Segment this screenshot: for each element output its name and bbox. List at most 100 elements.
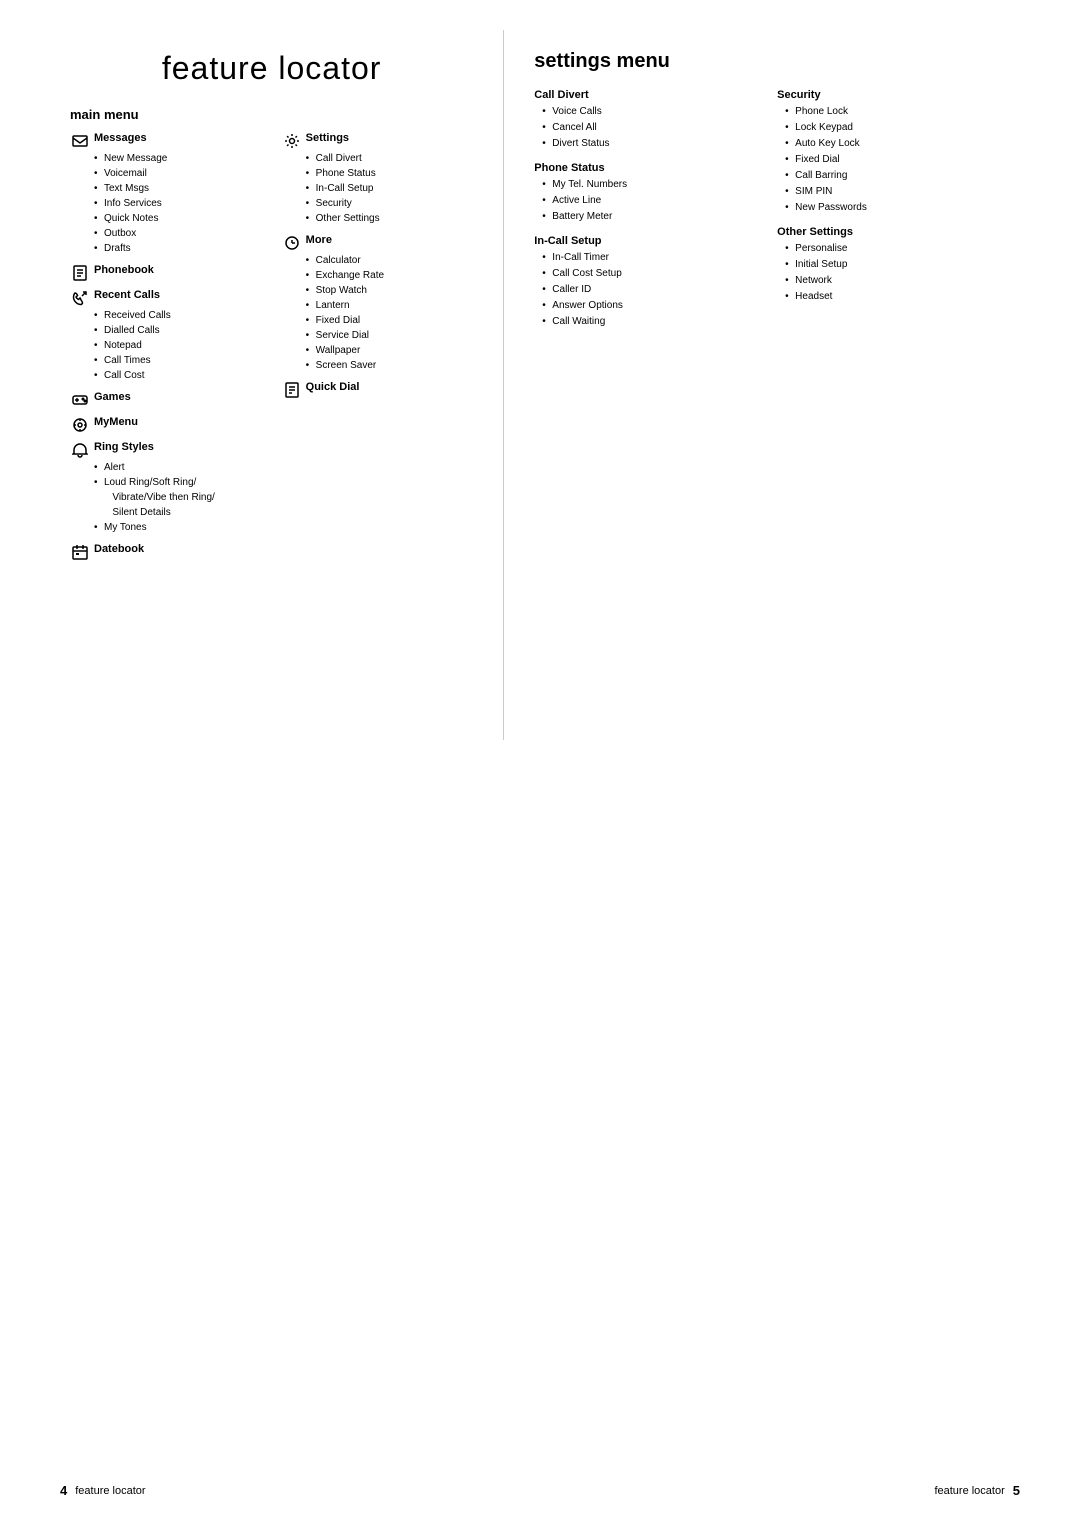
security-title: Security (777, 89, 1010, 101)
list-item: Call Barring (785, 168, 1010, 184)
recent-calls-label: Recent Calls (94, 289, 160, 301)
list-item: Call Waiting (542, 314, 767, 330)
menu-item-messages: Messages New Message Voicemail Text Msgs… (70, 132, 262, 256)
mymenu-label: MyMenu (94, 416, 138, 428)
list-item: My Tones (94, 520, 262, 535)
list-item: Voice Calls (542, 104, 767, 120)
main-title: feature locator (70, 50, 473, 87)
in-call-setup-items: In-Call Timer Call Cost Setup Caller ID … (542, 250, 767, 330)
list-item: Drafts (94, 241, 262, 256)
list-item: Notepad (94, 338, 262, 353)
list-item: Dialled Calls (94, 323, 262, 338)
list-item: Call Divert (306, 151, 474, 166)
menu-item-phonebook: Phonebook (70, 264, 262, 281)
more-icon (282, 235, 302, 251)
list-item: Alert (94, 460, 262, 475)
main-menu-title: main menu (70, 107, 473, 122)
list-item: Answer Options (542, 298, 767, 314)
menu-item-settings: Settings Call Divert Phone Status In-Cal… (282, 132, 474, 226)
list-item: Exchange Rate (306, 268, 474, 283)
settings-subitems: Call Divert Phone Status In-Call Setup S… (306, 151, 474, 226)
settings-icon (282, 133, 302, 149)
main-menu-col1: Messages New Message Voicemail Text Msgs… (70, 132, 262, 568)
list-item: Security (306, 196, 474, 211)
menu-item-datebook: Datebook (70, 543, 262, 560)
list-item: Loud Ring/Soft Ring/ Vibrate/Vibe then R… (94, 475, 262, 520)
quick-dial-label: Quick Dial (306, 381, 360, 393)
messages-icon (70, 133, 90, 149)
in-call-setup-title: In-Call Setup (534, 235, 767, 247)
list-item: New Passwords (785, 200, 1010, 216)
list-item: My Tel. Numbers (542, 177, 767, 193)
other-settings-items: Personalise Initial Setup Network Headse… (785, 241, 1010, 305)
footer-left: 4 feature locator (60, 1483, 146, 1498)
list-item: Cancel All (542, 120, 767, 136)
main-menu-col2: Settings Call Divert Phone Status In-Cal… (282, 132, 474, 568)
menu-item-recent-calls: Recent Calls Received Calls Dialled Call… (70, 289, 262, 383)
list-item: Info Services (94, 196, 262, 211)
phonebook-label: Phonebook (94, 264, 154, 276)
footer-right: feature locator 5 (934, 1483, 1020, 1498)
settings-security: Security Phone Lock Lock Keypad Auto Key… (777, 89, 1010, 216)
games-icon (70, 392, 90, 408)
security-items: Phone Lock Lock Keypad Auto Key Lock Fix… (785, 104, 1010, 216)
list-item: SIM PIN (785, 184, 1010, 200)
phone-status-title: Phone Status (534, 162, 767, 174)
list-item: Divert Status (542, 136, 767, 152)
list-item: In-Call Setup (306, 181, 474, 196)
list-item: Phone Lock (785, 104, 1010, 120)
messages-subitems: New Message Voicemail Text Msgs Info Ser… (94, 151, 262, 256)
other-settings-title: Other Settings (777, 226, 1010, 238)
list-item: Outbox (94, 226, 262, 241)
list-item: Headset (785, 289, 1010, 305)
more-subitems: Calculator Exchange Rate Stop Watch Lant… (306, 253, 474, 373)
list-item: Call Times (94, 353, 262, 368)
list-item: Received Calls (94, 308, 262, 323)
settings-call-divert: Call Divert Voice Calls Cancel All Diver… (534, 89, 767, 152)
page-footer: 4 feature locator feature locator 5 (0, 1473, 1080, 1508)
list-item: Lock Keypad (785, 120, 1010, 136)
games-label: Games (94, 391, 131, 403)
list-item: In-Call Timer (542, 250, 767, 266)
list-item: Wallpaper (306, 343, 474, 358)
list-item: Other Settings (306, 211, 474, 226)
page-number-right: 5 (1013, 1483, 1020, 1498)
list-item: Voicemail (94, 166, 262, 181)
settings-menu-title: settings menu (534, 50, 1010, 73)
datebook-icon (70, 544, 90, 560)
menu-item-ring-styles: Ring Styles Alert Loud Ring/Soft Ring/ V… (70, 441, 262, 535)
menu-item-mymenu: MyMenu (70, 416, 262, 433)
call-divert-title: Call Divert (534, 89, 767, 101)
page-number-left: 4 (60, 1483, 67, 1498)
ring-styles-label: Ring Styles (94, 441, 154, 453)
settings-col1: Call Divert Voice Calls Cancel All Diver… (534, 89, 767, 340)
settings-col2: Security Phone Lock Lock Keypad Auto Key… (777, 89, 1010, 340)
settings-phone-status: Phone Status My Tel. Numbers Active Line… (534, 162, 767, 225)
menu-item-games: Games (70, 391, 262, 408)
recent-calls-subitems: Received Calls Dialled Calls Notepad Cal… (94, 308, 262, 383)
list-item: Active Line (542, 193, 767, 209)
recent-calls-icon (70, 290, 90, 306)
datebook-label: Datebook (94, 543, 144, 555)
phone-status-items: My Tel. Numbers Active Line Battery Mete… (542, 177, 767, 225)
list-item: Fixed Dial (785, 152, 1010, 168)
settings-other: Other Settings Personalise Initial Setup… (777, 226, 1010, 305)
settings-in-call-setup: In-Call Setup In-Call Timer Call Cost Se… (534, 235, 767, 330)
list-item: Stop Watch (306, 283, 474, 298)
footer-text-left: feature locator (75, 1485, 145, 1497)
list-item: Battery Meter (542, 209, 767, 225)
list-item: Fixed Dial (306, 313, 474, 328)
menu-item-quick-dial: Quick Dial (282, 381, 474, 398)
phonebook-icon (70, 265, 90, 281)
list-item: Lantern (306, 298, 474, 313)
quick-dial-icon (282, 382, 302, 398)
list-item: Service Dial (306, 328, 474, 343)
list-item: Caller ID (542, 282, 767, 298)
list-item: Initial Setup (785, 257, 1010, 273)
list-item: Calculator (306, 253, 474, 268)
list-item: New Message (94, 151, 262, 166)
settings-label: Settings (306, 132, 349, 144)
list-item: Personalise (785, 241, 1010, 257)
call-divert-items: Voice Calls Cancel All Divert Status (542, 104, 767, 152)
right-page: settings menu Call Divert Voice Calls Ca… (503, 30, 1040, 740)
